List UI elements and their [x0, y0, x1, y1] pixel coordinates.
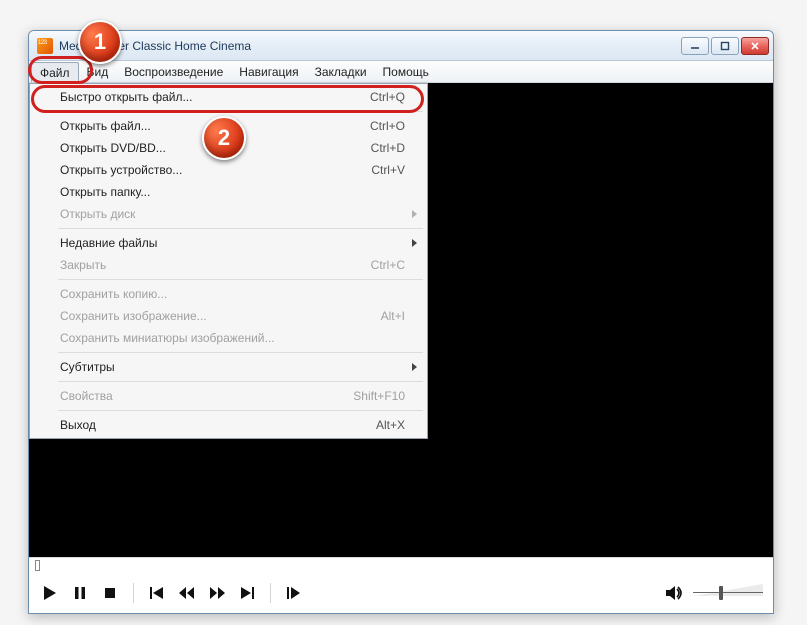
- play-button[interactable]: [39, 582, 61, 604]
- menu-item-12: Сохранить изображение...Alt+I: [32, 305, 425, 327]
- menu-item-shortcut: Alt+X: [376, 418, 405, 432]
- menubar-item-1[interactable]: Вид: [79, 61, 117, 82]
- menu-item-shortcut: Shift+F10: [353, 389, 405, 403]
- rewind-button[interactable]: [176, 582, 198, 604]
- skip-back-button[interactable]: [146, 582, 168, 604]
- menu-item-6: Открыть диск: [32, 203, 425, 225]
- menu-separator: [58, 111, 423, 112]
- menu-item-19[interactable]: ВыходAlt+X: [32, 414, 425, 436]
- menu-item-5[interactable]: Открыть папку...: [32, 181, 425, 203]
- seek-bar[interactable]: [29, 557, 773, 573]
- mute-button[interactable]: [663, 582, 685, 604]
- menu-item-label: Сохранить копию...: [60, 287, 405, 301]
- pause-button[interactable]: [69, 582, 91, 604]
- titlebar[interactable]: Media Player Classic Home Cinema: [29, 31, 773, 61]
- menu-item-label: Открыть устройство...: [60, 163, 371, 177]
- submenu-arrow-icon: [412, 239, 417, 247]
- menu-item-4[interactable]: Открыть устройство...Ctrl+V: [32, 159, 425, 181]
- menu-item-label: Открыть DVD/BD...: [60, 141, 371, 155]
- menu-item-3[interactable]: Открыть DVD/BD...Ctrl+D: [32, 137, 425, 159]
- menu-item-label: Выход: [60, 418, 376, 432]
- menu-item-label: Быстро открыть файл...: [60, 90, 370, 104]
- menu-item-label: Сохранить изображение...: [60, 309, 381, 323]
- menu-item-label: Субтитры: [60, 360, 405, 374]
- menu-separator: [58, 410, 423, 411]
- menu-item-11: Сохранить копию...: [32, 283, 425, 305]
- menu-item-8[interactable]: Недавние файлы: [32, 232, 425, 254]
- menu-item-2[interactable]: Открыть файл...Ctrl+O: [32, 115, 425, 137]
- menubar-item-3[interactable]: Навигация: [231, 61, 306, 82]
- menu-item-label: Открыть файл...: [60, 119, 370, 133]
- volume-track: [693, 592, 763, 593]
- frame-step-button[interactable]: [283, 582, 305, 604]
- app-icon: [37, 38, 53, 54]
- menu-item-shortcut: Alt+I: [381, 309, 405, 323]
- file-menu-dropdown: Быстро открыть файл...Ctrl+Q Открыть файл…: [29, 83, 428, 439]
- menu-item-shortcut: Ctrl+Q: [370, 90, 405, 104]
- submenu-arrow-icon: [412, 210, 417, 218]
- forward-button[interactable]: [206, 582, 228, 604]
- menubar: ФайлВидВоспроизведениеНавигацияЗакладкиП…: [29, 61, 773, 83]
- menu-item-label: Закрыть: [60, 258, 371, 272]
- menu-separator: [58, 279, 423, 280]
- seek-handle[interactable]: [35, 560, 40, 571]
- close-button[interactable]: [741, 37, 769, 55]
- menubar-item-4[interactable]: Закладки: [307, 61, 375, 82]
- menu-item-17: СвойстваShift+F10: [32, 385, 425, 407]
- submenu-arrow-icon: [412, 363, 417, 371]
- menubar-item-5[interactable]: Помощь: [375, 61, 437, 82]
- menu-separator: [58, 381, 423, 382]
- playback-controls: [29, 573, 773, 613]
- menubar-item-2[interactable]: Воспроизведение: [116, 61, 231, 82]
- volume-track-icon: [693, 584, 763, 596]
- menu-item-0[interactable]: Быстро открыть файл...Ctrl+Q: [32, 86, 425, 108]
- control-separator: [270, 583, 271, 603]
- skip-forward-button[interactable]: [236, 582, 258, 604]
- menu-item-15[interactable]: Субтитры: [32, 356, 425, 378]
- volume-slider[interactable]: [693, 585, 763, 601]
- menu-item-label: Сохранить миниатюры изображений...: [60, 331, 405, 345]
- menu-item-label: Открыть папку...: [60, 185, 405, 199]
- menu-item-label: Открыть диск: [60, 207, 405, 221]
- menu-item-shortcut: Ctrl+D: [371, 141, 405, 155]
- menu-item-shortcut: Ctrl+O: [370, 119, 405, 133]
- stop-button[interactable]: [99, 582, 121, 604]
- volume-thumb[interactable]: [719, 586, 723, 600]
- minimize-button[interactable]: [681, 37, 709, 55]
- menu-item-label: Свойства: [60, 389, 353, 403]
- menu-item-label: Недавние файлы: [60, 236, 405, 250]
- menubar-item-0[interactable]: Файл: [31, 62, 79, 82]
- menu-item-shortcut: Ctrl+V: [371, 163, 405, 177]
- control-separator: [133, 583, 134, 603]
- menu-item-9: ЗакрытьCtrl+C: [32, 254, 425, 276]
- menu-item-shortcut: Ctrl+C: [371, 258, 405, 272]
- maximize-button[interactable]: [711, 37, 739, 55]
- menu-separator: [58, 352, 423, 353]
- menu-item-13: Сохранить миниатюры изображений...: [32, 327, 425, 349]
- menu-separator: [58, 228, 423, 229]
- window-title: Media Player Classic Home Cinema: [59, 39, 681, 53]
